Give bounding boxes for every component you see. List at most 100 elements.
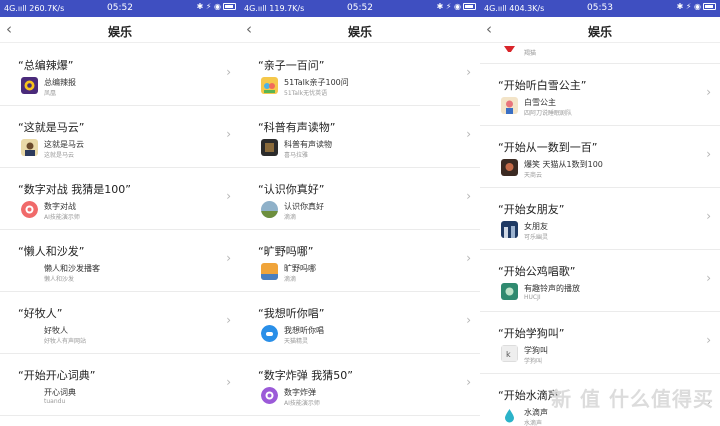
dark-book-icon <box>261 139 278 156</box>
skill-provider: 51Talk无忧英语 <box>284 90 328 97</box>
yellow-sun-icon <box>21 77 38 94</box>
command-text: 数字对战 我猜是100 <box>18 181 131 197</box>
chevron-right-icon: › <box>706 85 711 99</box>
status-bar: 4G.ııll 404.3K/s 05:53 ✱ ⚡ ◉ <box>480 0 720 17</box>
command-text: 这就是马云 <box>18 119 84 135</box>
water-drop-icon <box>501 407 518 424</box>
list-item[interactable]: 懒人和沙发 懒人和沙发播客 懒人和沙发 › <box>0 230 240 292</box>
blue-photo-icon <box>501 221 518 238</box>
chevron-right-icon: › <box>706 147 711 161</box>
skill-name: 爆笑 天猫从1数到100 <box>524 160 603 169</box>
command-text: 开始女朋友 <box>498 201 564 217</box>
command-text: 总编辣爆 <box>18 57 73 73</box>
skill-list: 总编辣爆 总编辣报 凤凰 › 这就是马云 这就是马云 这就是马云 › 数字对战 … <box>0 44 240 416</box>
blue-circle-icon <box>261 325 278 342</box>
command-text: 认识你真好 <box>258 181 324 197</box>
command-text: 开始从一数到一百 <box>498 139 597 155</box>
list-item[interactable]: 开始开心词典 开心词典 tuandu › <box>0 354 240 416</box>
chevron-right-icon: › <box>226 251 231 265</box>
skill-name: 旷野吗哪 <box>284 264 316 273</box>
page-title: 娱乐 <box>347 25 372 39</box>
chevron-right-icon: › <box>706 333 711 347</box>
battery-icon <box>703 3 716 10</box>
skill-name: 白雪公主 <box>524 98 556 107</box>
status-bar: 4G.ııll 119.7K/s 05:52 ✱ ⚡ ◉ <box>240 0 480 17</box>
skill-provider: 可乐幽灵 <box>524 234 549 241</box>
list-item[interactable]: 总编辣爆 总编辣报 凤凰 › <box>0 44 240 106</box>
page-title: 娱乐 <box>587 25 612 39</box>
skill-name: 开心词典 <box>44 388 76 397</box>
list-item[interactable]: 科普有声读物 科普有声读物 喜马拉雅 › <box>240 106 480 168</box>
list-item[interactable]: 这就是马云 这就是马云 这就是马云 › <box>0 106 240 168</box>
nav-bar: ‹ 娱乐 <box>480 17 720 43</box>
skill-name: 好牧人 <box>44 326 68 335</box>
chevron-right-icon: › <box>706 271 711 285</box>
status-icons: ✱ ⚡ ◉ <box>437 2 476 11</box>
svg-text:k: k <box>506 350 511 359</box>
list-item[interactable]: 好牧人 好牧人 好牧人有声网站 › <box>0 292 240 354</box>
skill-name: 认识你真好 <box>284 202 324 211</box>
list-item[interactable]: 数字炸弹 我猜50 数字炸弹 AI技能演示师 › <box>240 354 480 416</box>
skill-name: 51Talk亲子100问 <box>284 78 349 87</box>
skill-provider: 滴滴 <box>284 276 297 283</box>
list-item-partial[interactable]: 羯猫 <box>480 44 720 64</box>
command-text: 亲子一百问 <box>258 57 324 73</box>
command-text: 旷野吗哪 <box>258 243 313 259</box>
command-text: 开始公鸡唱歌 <box>498 263 575 279</box>
skill-name: 这就是马云 <box>44 140 84 149</box>
battery-icon <box>223 3 236 10</box>
chevron-right-icon: › <box>466 65 471 79</box>
chevron-right-icon: › <box>226 189 231 203</box>
skill-name: 我想听你唱 <box>284 326 324 335</box>
command-text: 我想听你唱 <box>258 305 324 321</box>
gray-tile-icon: k <box>501 345 518 362</box>
skill-provider: tuandu <box>44 398 66 405</box>
status-icons: ✱ ⚡ ◉ <box>677 2 716 11</box>
skill-provider: 滴滴 <box>284 214 297 221</box>
landscape-icon <box>261 201 278 218</box>
list-item[interactable]: 开始公鸡唱歌 有趣铃声的播放 HUCJI › <box>480 250 720 312</box>
list-item[interactable]: 开始女朋友 女朋友 可乐幽灵 › <box>480 188 720 250</box>
skill-name: 科普有声读物 <box>284 140 332 149</box>
sunset-icon <box>261 263 278 280</box>
command-text: 懒人和沙发 <box>18 243 84 259</box>
chevron-right-icon: › <box>466 375 471 389</box>
list-item[interactable]: 亲子一百问 51Talk亲子100问 51Talk无忧英语 › <box>240 44 480 106</box>
skill-provider: 水滴声 <box>524 420 543 426</box>
list-item[interactable]: 旷野吗哪 旷野吗哪 滴滴 › <box>240 230 480 292</box>
list-item[interactable]: 数字对战 我猜是100 数字对战 AI技能演示师 › <box>0 168 240 230</box>
skill-provider: AI技能演示师 <box>284 400 320 407</box>
skill-name: 数字对战 <box>44 202 76 211</box>
skill-provider: 凤凰 <box>44 90 57 97</box>
chevron-right-icon: › <box>466 127 471 141</box>
command-text: 开始听白雪公主 <box>498 77 586 93</box>
skill-provider: 四阿刀说睡眠剧队 <box>524 110 573 117</box>
list-item[interactable]: 认识你真好 认识你真好 滴滴 › <box>240 168 480 230</box>
nav-bar: ‹ 娱乐 <box>0 17 240 43</box>
list-item[interactable]: 开始从一数到一百 爆笑 天猫从1数到100 天商云 › <box>480 126 720 188</box>
status-bar: 4G.ııll 260.7K/s 05:52 ✱ ⚡ ◉ <box>0 0 240 17</box>
list-item[interactable]: 开始学狗叫 k 学狗叫 学狗叫 › <box>480 312 720 374</box>
skill-provider: 喜马拉雅 <box>284 152 309 159</box>
watermark-logo: 新 值 什么值得买 <box>551 387 714 411</box>
portrait-icon <box>21 139 38 156</box>
command-text: 开始学狗叫 <box>498 325 564 341</box>
skill-list: 羯猫 开始听白雪公主 白雪公主 四阿刀说睡眠剧队 › 开始从一数到一百 爆笑 天… <box>480 44 720 426</box>
skill-provider: HUCJI <box>524 294 541 301</box>
skill-provider: 天猫精灵 <box>284 338 309 345</box>
chevron-right-icon: › <box>466 251 471 265</box>
chevron-right-icon: › <box>466 189 471 203</box>
colorful-tile-icon <box>261 77 278 94</box>
skill-list: 亲子一百问 51Talk亲子100问 51Talk无忧英语 › 科普有声读物 科… <box>240 44 480 416</box>
skill-provider: 懒人和沙发 <box>44 276 75 283</box>
skill-name: 数字炸弹 <box>284 388 316 397</box>
chevron-right-icon: › <box>226 313 231 327</box>
list-item[interactable]: 开始听白雪公主 白雪公主 四阿刀说睡眠剧队 › <box>480 64 720 126</box>
snow-white-icon <box>501 97 518 114</box>
skill-name: 有趣铃声的播放 <box>524 284 580 293</box>
chevron-right-icon: › <box>706 209 711 223</box>
list-item[interactable]: 我想听你唱 我想听你唱 天猫精灵 › <box>240 292 480 354</box>
dark-photo-icon <box>501 159 518 176</box>
battery-icon <box>463 3 476 10</box>
command-text: 好牧人 <box>18 305 62 321</box>
